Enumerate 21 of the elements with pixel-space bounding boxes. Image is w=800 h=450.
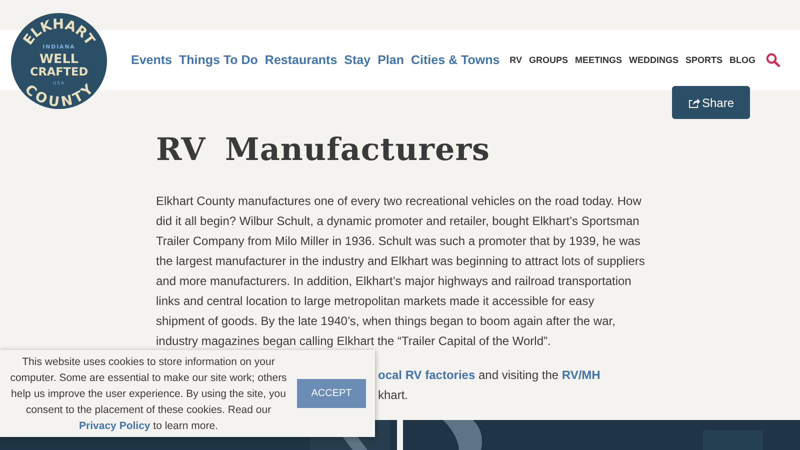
- nav-link[interactable]: Things To Do: [179, 53, 258, 67]
- privacy-policy-link[interactable]: Privacy Policy: [79, 420, 150, 432]
- partial-paragraph: ocal RV factories and visiting the RV/MH khart.: [378, 367, 602, 404]
- share-button[interactable]: Share: [672, 86, 750, 119]
- nav-link[interactable]: Cities & Towns: [410, 53, 500, 67]
- nav-link[interactable]: Plan: [378, 53, 404, 67]
- nav-link[interactable]: MEETINGS: [575, 55, 622, 65]
- cookie-notice: This website uses cookies to store information on your computer. Some are essential to make our site work; others help us improve the user experience. By using the site, you consent to the placement of these cookies. Read our Privacy Policy to learn more.: [10, 354, 287, 434]
- nav-link[interactable]: GROUPS: [529, 55, 568, 65]
- accept-button[interactable]: ACCEPT: [297, 379, 366, 408]
- nav-link[interactable]: Events: [131, 53, 172, 67]
- body-paragraph: Elkhart County manufactures one of every two recreational vehicles on the road today. How did it all begin? Wilbur Schult, a dynamic promoter and retailer, bought Elkhart’s Sportsman Trailer Company from Milo Miller in 1936. Schult was such a promoter that by 1939, he was the largest manufacturer in the industry and Elkhart was beginning to attract lots of suppliers and more manufacturers. In addition, Elkhart’s major highways and railroad transportation links and central location to large metropolitan markets made it accessible for easy shipment of goods. By the late 1940’s, when things began to boom again after the war, industry magazines began calling Elkhart the “Trailer Capital of the World”.: [156, 193, 646, 350]
- nav-link[interactable]: SPORTS: [686, 55, 723, 65]
- page-title: RV Manufacturers: [156, 131, 491, 170]
- nav-link[interactable]: WEDDINGS: [629, 55, 679, 65]
- nav-link[interactable]: BLOG: [730, 55, 756, 65]
- nav-link[interactable]: RV: [510, 55, 522, 65]
- factories-link[interactable]: ocal RV factories: [378, 368, 476, 382]
- rv-mh-link[interactable]: RV/MH: [562, 368, 600, 382]
- nav-link[interactable]: Restaurants: [264, 53, 338, 67]
- nav-link[interactable]: Stay: [344, 53, 371, 67]
